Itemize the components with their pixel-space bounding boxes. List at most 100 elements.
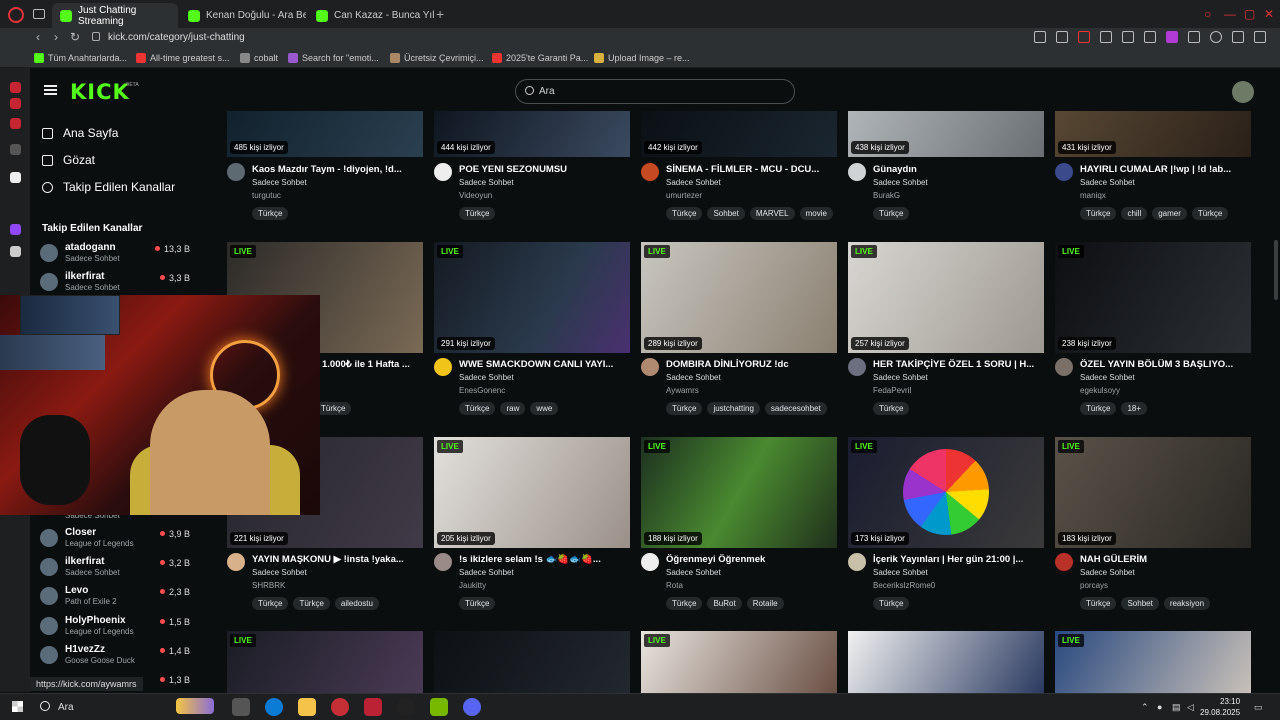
tag[interactable]: Türkçe — [315, 402, 352, 415]
sidebar-app-icon[interactable] — [10, 98, 21, 109]
profile-icon[interactable] — [1210, 31, 1222, 43]
heart-icon[interactable] — [1144, 31, 1156, 43]
stream-thumbnail[interactable]: LIVE 238 kişi izliyor — [1055, 242, 1251, 353]
avatar[interactable] — [641, 553, 659, 571]
tag[interactable]: Türkçe — [459, 597, 496, 610]
stream-thumbnail[interactable]: 444 kişi izliyor — [434, 111, 630, 157]
avatar[interactable] — [848, 358, 866, 376]
browser-tab-active[interactable]: Just Chatting Streaming — [52, 3, 178, 28]
nav-following[interactable]: Takip Edilen Kanallar — [42, 180, 175, 194]
bookmark-item[interactable]: cobalt — [240, 53, 278, 63]
tag[interactable]: justchatting — [707, 402, 760, 415]
tag[interactable]: ailedostu — [334, 597, 379, 610]
tag[interactable]: Türkçe — [1080, 402, 1117, 415]
tab-switcher-icon[interactable] — [33, 9, 45, 19]
stream-card[interactable]: 444 kişi izliyor POE YENI SEZONUMSU Sade… — [434, 111, 630, 223]
tag[interactable]: Rotaile — [746, 597, 784, 610]
stream-thumbnail[interactable]: LIVE 188 kişi izliyor — [641, 437, 837, 548]
kick-logo[interactable]: KICK — [70, 80, 130, 104]
bookmark-item[interactable]: All-time greatest s... — [136, 53, 230, 63]
search-input[interactable] — [515, 79, 795, 104]
followed-channel-item[interactable]: atadogann Sadece Sohbet 13,3 B — [40, 242, 190, 266]
avatar[interactable] — [641, 163, 659, 181]
notifications-icon[interactable]: ▭ — [1254, 702, 1263, 713]
tag[interactable]: gamer — [1152, 207, 1187, 220]
maximize-icon[interactable]: ▢ — [1244, 7, 1255, 21]
minimize-icon[interactable]: — — [1224, 7, 1236, 21]
stream-card[interactable]: 442 kişi izliyor SİNEMA - FİLMLER - MCU … — [641, 111, 837, 223]
snapshot-icon[interactable] — [1056, 31, 1068, 43]
stream-thumbnail[interactable]: LIVE 173 kişi izliyor — [848, 437, 1044, 548]
stream-thumbnail[interactable]: 431 kişi izliyor — [1055, 111, 1251, 157]
tag[interactable]: Türkçe — [873, 597, 910, 610]
tag[interactable]: Türkçe — [1080, 597, 1117, 610]
close-icon[interactable]: ✕ — [1264, 7, 1274, 21]
stream-thumbnail[interactable]: LIVE — [1055, 631, 1251, 693]
stream-card[interactable]: LIVE 257 kişi izliyor HER TAKİPÇİYE ÖZEL … — [848, 242, 1044, 418]
tag[interactable]: Türkçe — [252, 597, 289, 610]
twitch-icon[interactable] — [10, 224, 21, 235]
avatar[interactable] — [1055, 358, 1073, 376]
stream-card[interactable]: LIVE 205 kişi izliyor !s ikizlere selam !… — [434, 437, 630, 613]
stream-card[interactable]: 485 kişi izliyor Kaos Mazdır Taym - !diy… — [227, 111, 423, 223]
tag[interactable]: Sohbet — [707, 207, 745, 220]
browser-tab[interactable]: Can Kazaz - Bunca Yıl - A — [308, 3, 434, 28]
sidebar-app-icon[interactable] — [10, 82, 21, 93]
stream-card[interactable]: LIVE 188 kişi izliyor Öğrenmeyi Öğrenmek … — [641, 437, 837, 613]
stream-thumbnail[interactable]: LIVE 291 kişi izliyor — [434, 242, 630, 353]
stream-thumbnail[interactable]: LIVE — [641, 631, 837, 693]
opera-icon[interactable] — [331, 698, 349, 716]
tag[interactable]: Türkçe — [293, 597, 330, 610]
microphone-icon[interactable]: ● — [1157, 702, 1162, 712]
reload-icon[interactable]: ↻ — [70, 30, 80, 44]
stream-card[interactable]: LIVE 238 kişi izliyor ÖZEL YAYIN BÖLÜM 3 … — [1055, 242, 1251, 418]
tag[interactable]: sadecesohbet — [764, 402, 827, 415]
avatar[interactable] — [641, 358, 659, 376]
stream-thumbnail[interactable]: LIVE 289 kişi izliyor — [641, 242, 837, 353]
avatar[interactable] — [434, 553, 452, 571]
tag[interactable]: wwe — [530, 402, 559, 415]
avatar[interactable] — [1055, 163, 1073, 181]
sidebar-app-icon[interactable] — [10, 118, 21, 129]
stream-card[interactable]: LIVE 291 kişi izliyor WWE SMACKDOWN CANLI… — [434, 242, 630, 418]
tag[interactable]: Türkçe — [666, 402, 703, 415]
easy-setup-icon[interactable] — [1254, 31, 1266, 43]
tag[interactable]: 18+ — [1121, 402, 1148, 415]
user-avatar[interactable] — [1232, 81, 1254, 103]
sidebar-app-icon[interactable] — [10, 172, 21, 183]
bookmark-item[interactable]: 2025'te Garanti Pa... — [492, 53, 588, 63]
tag[interactable]: raw — [500, 402, 526, 415]
edge-icon[interactable] — [265, 698, 283, 716]
avatar[interactable] — [1055, 553, 1073, 571]
tag[interactable]: Sohbet — [1121, 597, 1159, 610]
stream-thumbnail[interactable]: LIVE 183 kişi izliyor — [1055, 437, 1251, 548]
task-view-icon[interactable] — [232, 698, 250, 716]
bookmark-item[interactable]: Search for "emoti... — [288, 53, 379, 63]
windows-start-icon[interactable] — [12, 701, 23, 712]
tag[interactable]: reaksiyon — [1163, 597, 1211, 610]
avatar[interactable] — [848, 553, 866, 571]
bookmark-item[interactable]: Ücretsiz Çevrimiçi... — [390, 53, 484, 63]
bookmark-item[interactable]: Tüm Anahtarlarda... — [34, 53, 127, 63]
stream-card[interactable]: 438 kişi izliyor Günaydın Sadece Sohbet … — [848, 111, 1044, 223]
aria-icon[interactable] — [1166, 31, 1178, 43]
volume-icon[interactable]: ◁ — [1187, 702, 1194, 713]
discord-icon[interactable] — [463, 698, 481, 716]
stream-thumbnail[interactable] — [434, 631, 630, 693]
followed-channel-item[interactable]: H1vezZz Goose Goose Duck 1,4 B — [40, 644, 190, 668]
new-tab-icon[interactable]: + — [436, 6, 444, 22]
tag[interactable]: Türkçe — [1191, 207, 1229, 220]
scrollbar[interactable] — [1274, 240, 1278, 300]
tag[interactable]: MARVEL — [749, 207, 795, 220]
search-tabs-icon[interactable]: ○ — [1204, 7, 1211, 21]
search-icon[interactable] — [40, 701, 50, 711]
tag[interactable]: movie — [799, 207, 833, 220]
clock[interactable]: 23:10 29.08.2025 — [1200, 696, 1240, 718]
menu-icon[interactable] — [44, 85, 57, 95]
avatar[interactable] — [848, 163, 866, 181]
network-icon[interactable]: ▤ — [1172, 702, 1181, 713]
extensions-icon[interactable] — [1188, 31, 1200, 43]
stream-thumbnail[interactable]: LIVE 257 kişi izliyor — [848, 242, 1044, 353]
followed-channel-item[interactable]: Closer League of Legends 3,9 B — [40, 527, 190, 551]
followed-channel-item[interactable]: ilkerfirat Sadece Sohbet 3,2 B — [40, 556, 190, 580]
